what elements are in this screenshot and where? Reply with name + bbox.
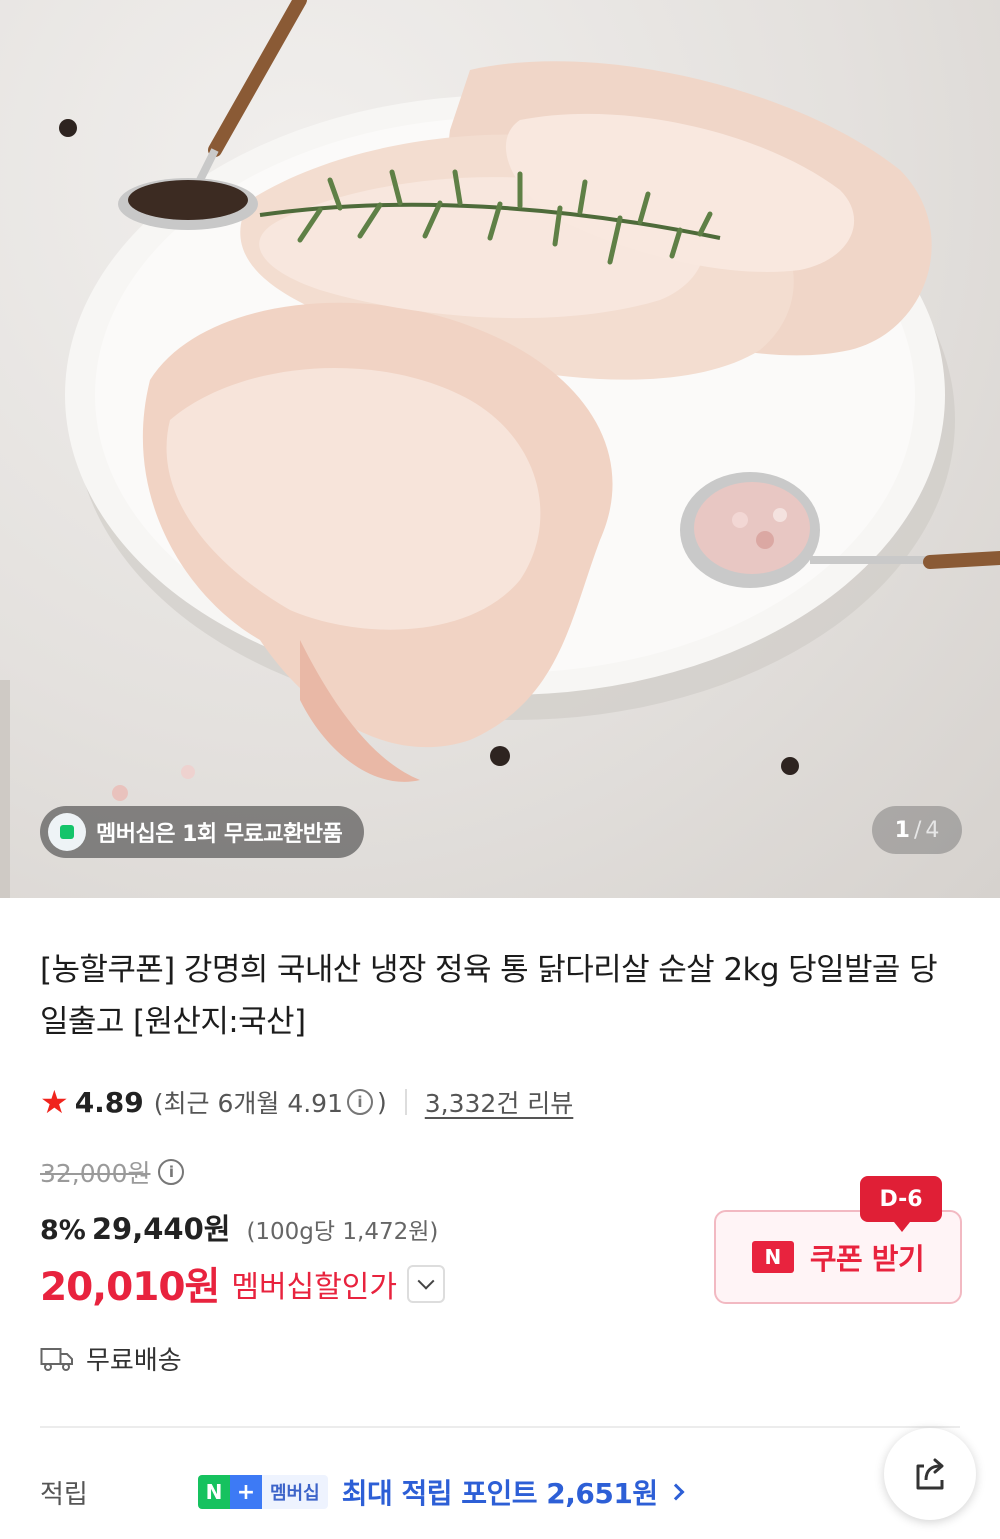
- naver-n-badge: N: [198, 1475, 230, 1509]
- member-price-dropdown-button[interactable]: [407, 1265, 445, 1303]
- max-points-text: 최대 적립 포인트 2,651원: [341, 1477, 658, 1510]
- chevron-down-icon: [417, 1272, 435, 1290]
- recent-rating-close: ): [377, 1087, 387, 1117]
- shipping-row: 무료배송: [40, 1340, 182, 1377]
- recent-rating: (최근 6개월 4.91 i ): [154, 1084, 387, 1120]
- chevron-right-icon: [667, 1483, 685, 1501]
- product-title: [농할쿠폰] 강명희 국내산 냉장 정육 통 닭다리살 순살 2kg 당일발골 …: [40, 952, 938, 1040]
- coupon-label: 쿠폰 받기: [809, 1242, 925, 1276]
- section-divider: [40, 1426, 960, 1428]
- rating-row: ★ 4.89 (최근 6개월 4.91 i ) 3,332건 리뷰: [40, 1080, 573, 1124]
- side-edge: [0, 680, 10, 898]
- original-price-row: 32,000원 i: [40, 1154, 185, 1190]
- share-icon: [916, 1458, 944, 1490]
- info-icon[interactable]: i: [347, 1089, 373, 1115]
- membership-badge: 멤버십: [262, 1475, 328, 1509]
- truck-icon: [40, 1347, 73, 1371]
- member-price-row: 20,010원 멤버십할인가: [40, 1256, 445, 1312]
- coupon-dday-badge: D-6: [860, 1176, 942, 1232]
- image-counter-current: 1: [894, 817, 910, 843]
- member-price: 20,010원: [40, 1265, 220, 1310]
- member-price-label: 멤버십할인가: [231, 1270, 397, 1305]
- naver-n-icon: N: [751, 1241, 794, 1273]
- share-button[interactable]: [884, 1428, 976, 1520]
- discount-rate: 8%: [40, 1215, 86, 1246]
- shipping-label: 무료배송: [86, 1346, 182, 1376]
- review-count-link[interactable]: 3,332건 리뷰: [425, 1084, 574, 1120]
- membership-notice-pill[interactable]: 멤버십은 1회 무료교환반품: [40, 806, 365, 858]
- sale-price-row: 8% 29,440원 (100g당 1,472원): [40, 1206, 438, 1248]
- coupon-button[interactable]: N 쿠폰 받기: [714, 1210, 962, 1304]
- star-icon: ★: [40, 1083, 69, 1121]
- membership-notice-text: 멤버십은 1회 무료교환반품: [96, 822, 343, 847]
- product-image-carousel[interactable]: 멤버십은 1회 무료교환반품 1 / 4: [0, 0, 1000, 898]
- membership-icon: [48, 813, 86, 851]
- original-price: 32,000원: [40, 1159, 151, 1188]
- points-row[interactable]: 적립 N + 멤버십 최대 적립 포인트 2,651원: [40, 1468, 740, 1516]
- plus-badge: +: [230, 1475, 262, 1509]
- price-info-icon[interactable]: i: [158, 1159, 185, 1185]
- divider: [404, 1089, 407, 1115]
- rating-score: 4.89: [74, 1085, 144, 1119]
- recent-rating-text: (최근 6개월 4.91: [153, 1089, 343, 1118]
- product-photo: [59, 0, 1000, 801]
- sale-price: 29,440원: [91, 1212, 231, 1246]
- image-counter-total: 4: [925, 817, 940, 843]
- image-counter: 1 / 4: [872, 806, 962, 854]
- points-label: 적립: [40, 1479, 88, 1510]
- image-counter-separator: /: [913, 817, 922, 843]
- naver-plus-membership-badge: N + 멤버십: [198, 1475, 328, 1509]
- unit-price: (100g당 1,472원): [246, 1219, 439, 1245]
